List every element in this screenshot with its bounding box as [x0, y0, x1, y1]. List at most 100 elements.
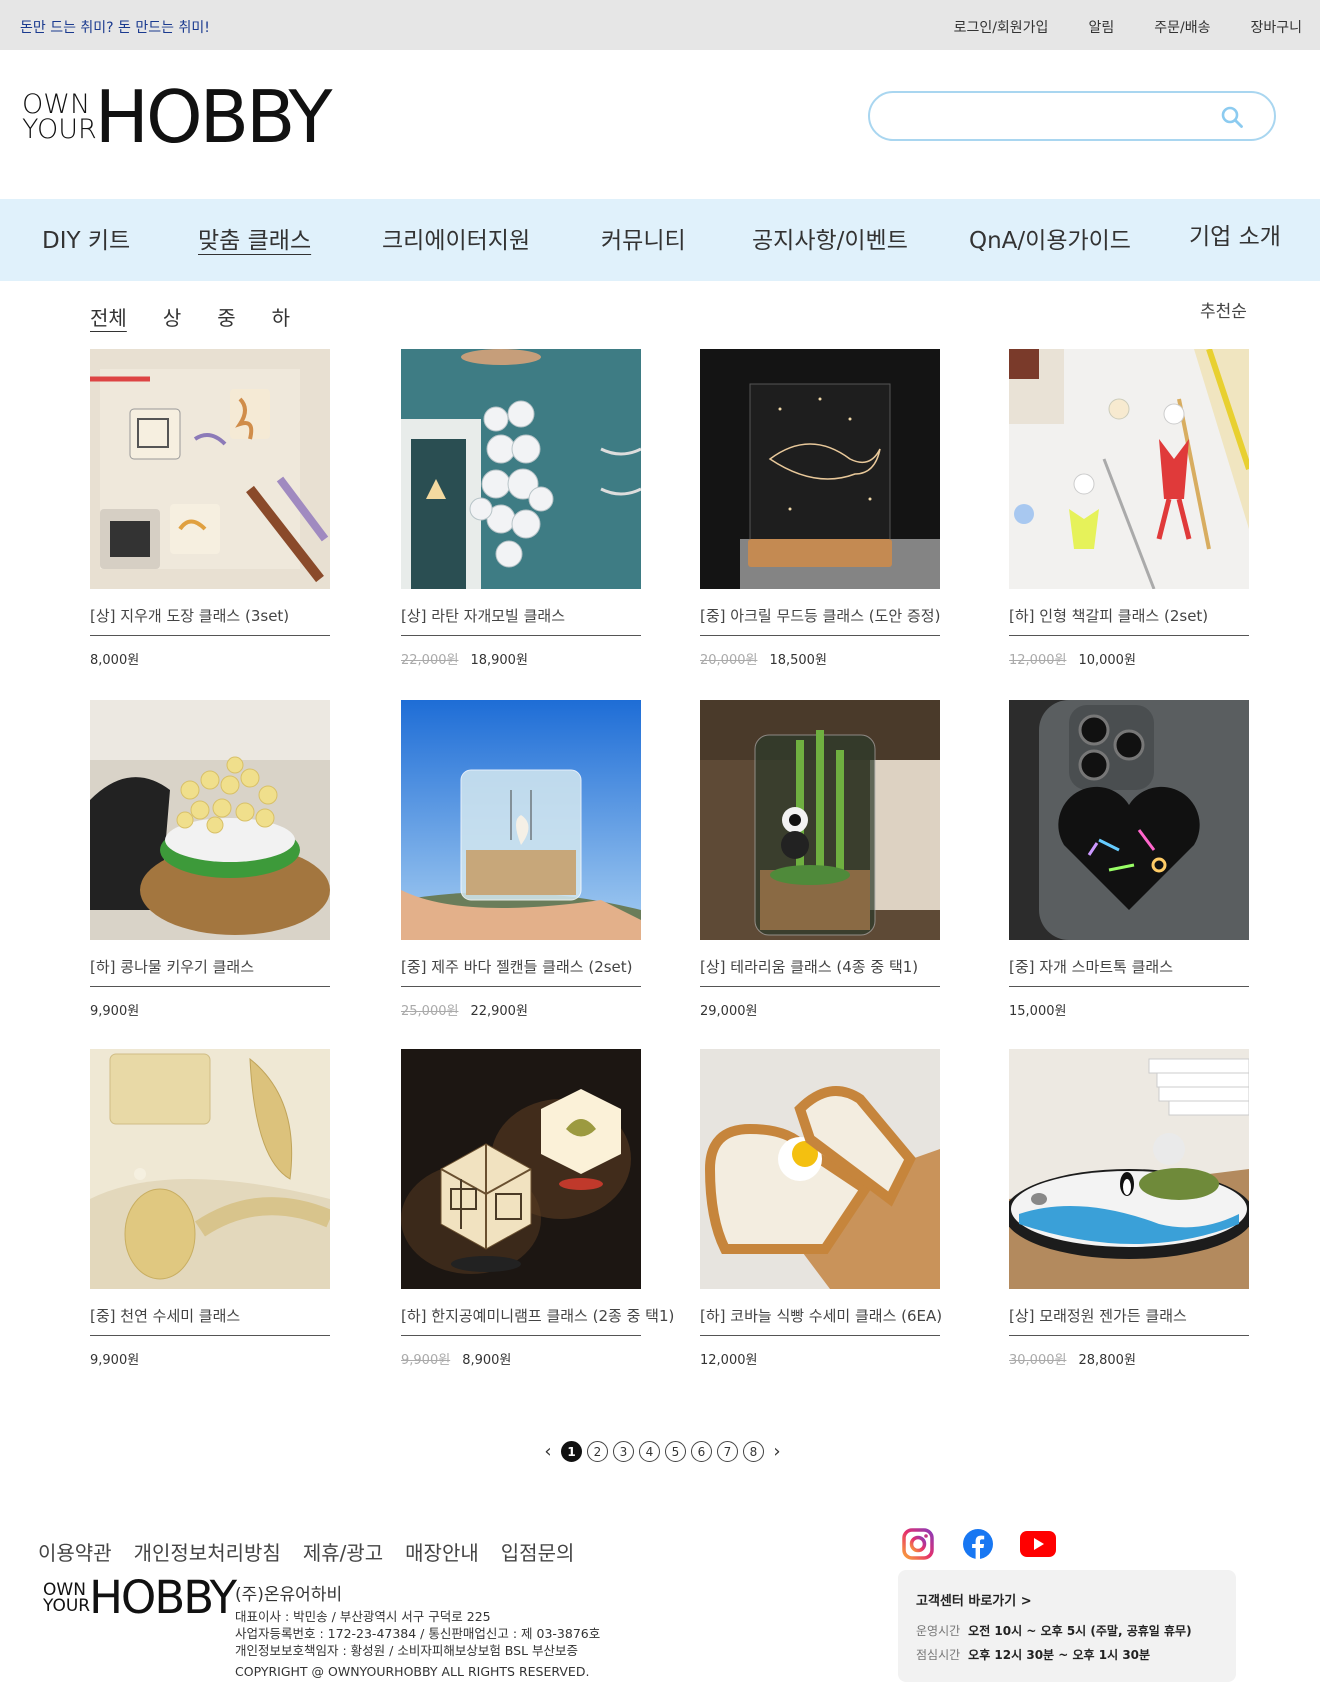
- product-card[interactable]: [중] 아크릴 무드등 클래스 (도안 증정) 20,000원 18,500원: [700, 349, 940, 668]
- nav-custom-class[interactable]: 맞춤 클래스: [198, 221, 311, 255]
- product-name[interactable]: [하] 인형 책갈피 클래스 (2set): [1009, 605, 1208, 626]
- product-name[interactable]: [상] 라탄 자개모빌 클래스: [401, 605, 565, 626]
- original-price: 25,000원: [401, 1004, 459, 1019]
- logo-hobby: HOBBY: [94, 75, 333, 159]
- filter-low[interactable]: 하: [272, 302, 290, 331]
- sale-price: 10,000원: [1078, 653, 1136, 668]
- product-card[interactable]: [하] 코바늘 식빵 수세미 클래스 (6EA) 12,000원: [700, 1049, 942, 1368]
- product-name[interactable]: [상] 테라리움 클래스 (4종 중 택1): [700, 956, 918, 977]
- nav-creator-support[interactable]: 크리에이터지원: [382, 221, 530, 255]
- product-name[interactable]: [상] 모래정원 젠가든 클래스: [1009, 1305, 1187, 1326]
- cart-link[interactable]: 장바구니: [1250, 17, 1302, 37]
- sale-price: 9,900원: [90, 1353, 140, 1368]
- page-1[interactable]: 1: [561, 1441, 582, 1462]
- product-image-acrylic-lamp[interactable]: [700, 349, 940, 589]
- product-name[interactable]: [중] 자개 스마트톡 클래스: [1009, 956, 1173, 977]
- product-card[interactable]: [하] 인형 책갈피 클래스 (2set) 12,000원 10,000원: [1009, 349, 1249, 668]
- sale-price: 29,000원: [700, 1004, 758, 1019]
- facebook-icon[interactable]: [958, 1526, 998, 1562]
- company-info-line: 대표이사 : 박민송 / 부산광역시 서구 구덕로 225: [235, 1609, 491, 1624]
- product-name[interactable]: [중] 아크릴 무드등 클래스 (도안 증정): [700, 605, 940, 626]
- product-image-zen-garden[interactable]: [1009, 1049, 1249, 1289]
- footer-partnership-link[interactable]: 제휴/광고: [303, 1537, 383, 1566]
- logo-your: YOUR: [22, 114, 97, 145]
- login-signup-link[interactable]: 로그인/회원가입: [954, 17, 1049, 37]
- search-icon[interactable]: [1220, 105, 1244, 129]
- product-divider: [90, 1335, 330, 1336]
- product-price: 30,000원 28,800원: [1009, 1349, 1136, 1368]
- product-divider: [401, 1335, 641, 1336]
- product-name[interactable]: [중] 제주 바다 젤캔들 클래스 (2set): [401, 956, 633, 977]
- page-2[interactable]: 2: [587, 1441, 608, 1462]
- filter-mid[interactable]: 중: [217, 302, 235, 331]
- level-filters: 전체 상 중 하: [90, 302, 326, 331]
- nav-notice-event[interactable]: 공지사항/이벤트: [752, 221, 908, 255]
- product-image-gel-candle[interactable]: [401, 700, 641, 940]
- sort-dropdown[interactable]: 추천순: [1200, 297, 1247, 322]
- footer-terms-link[interactable]: 이용약관: [38, 1537, 112, 1566]
- prev-page-button[interactable]: ‹: [540, 1441, 556, 1462]
- product-price: 25,000원 22,900원: [401, 1000, 528, 1019]
- search-input[interactable]: [890, 103, 1210, 131]
- sale-price: 15,000원: [1009, 1004, 1067, 1019]
- youtube-icon[interactable]: [1018, 1526, 1058, 1562]
- product-image-eraser-stamp[interactable]: [90, 349, 330, 589]
- sale-price: 8,900원: [462, 1353, 512, 1368]
- product-name[interactable]: [상] 지우개 도장 클래스 (3set): [90, 605, 289, 626]
- product-image-hanji-lamp[interactable]: [401, 1049, 641, 1289]
- product-name[interactable]: [하] 한지공예미니램프 클래스 (2종 중 택1): [401, 1305, 674, 1326]
- footer-vendor-inquiry-link[interactable]: 입점문의: [501, 1537, 575, 1566]
- filter-high[interactable]: 상: [163, 302, 181, 331]
- lunch-hours: 점심시간 오후 12시 30분 ~ 오후 1시 30분: [916, 1646, 1150, 1663]
- product-image-bread-scrubber[interactable]: [700, 1049, 940, 1289]
- product-name[interactable]: [하] 코바늘 식빵 수세미 클래스 (6EA): [700, 1305, 942, 1326]
- product-image-rattan-mobile[interactable]: [401, 349, 641, 589]
- nav-community[interactable]: 커뮤니티: [601, 221, 686, 255]
- product-divider: [700, 635, 940, 636]
- page-5[interactable]: 5: [665, 1441, 686, 1462]
- product-image-doll-bookmark[interactable]: [1009, 349, 1249, 589]
- page-4[interactable]: 4: [639, 1441, 660, 1462]
- company-name: (주)온유어하비: [235, 1585, 343, 1605]
- page-8[interactable]: 8: [743, 1441, 764, 1462]
- filter-all[interactable]: 전체: [90, 302, 127, 331]
- footer-privacy-link[interactable]: 개인정보처리방침: [134, 1537, 281, 1566]
- product-name[interactable]: [중] 천연 수세미 클래스: [90, 1305, 240, 1326]
- page-6[interactable]: 6: [691, 1441, 712, 1462]
- original-price: 20,000원: [700, 653, 758, 668]
- product-card[interactable]: [상] 지우개 도장 클래스 (3set) 8,000원: [90, 349, 330, 668]
- product-image-loofah[interactable]: [90, 1049, 330, 1289]
- page-7[interactable]: 7: [717, 1441, 738, 1462]
- sale-price: 8,000원: [90, 653, 140, 668]
- next-page-button[interactable]: ›: [769, 1441, 785, 1462]
- original-price: 9,900원: [401, 1353, 451, 1368]
- nav-company-intro[interactable]: 기업 소개: [1189, 217, 1281, 251]
- product-card[interactable]: [상] 모래정원 젠가든 클래스 30,000원 28,800원: [1009, 1049, 1249, 1368]
- logo-small-text: OWN YOUR: [22, 91, 97, 145]
- product-card[interactable]: [하] 한지공예미니램프 클래스 (2종 중 택1) 9,900원 8,900원: [401, 1049, 674, 1368]
- product-name[interactable]: [하] 콩나물 키우기 클래스: [90, 956, 254, 977]
- nav-diy-kit[interactable]: DIY 키트: [42, 221, 130, 255]
- product-divider: [700, 1335, 940, 1336]
- product-image-terrarium[interactable]: [700, 700, 940, 940]
- sale-price: 12,000원: [700, 1353, 758, 1368]
- product-card[interactable]: [중] 제주 바다 젤캔들 클래스 (2set) 25,000원 22,900원: [401, 700, 641, 1019]
- sale-price: 9,900원: [90, 1004, 140, 1019]
- product-card[interactable]: [상] 테라리움 클래스 (4종 중 택1) 29,000원: [700, 700, 940, 1019]
- instagram-icon[interactable]: [898, 1526, 938, 1562]
- site-logo[interactable]: OWN YOUR HOBBY: [22, 75, 333, 159]
- page-3[interactable]: 3: [613, 1441, 634, 1462]
- nav-qna-guide[interactable]: QnA/이용가이드: [969, 221, 1131, 255]
- product-card[interactable]: [중] 천연 수세미 클래스 9,900원: [90, 1049, 330, 1368]
- product-price: 29,000원: [700, 1000, 757, 1019]
- order-shipping-link[interactable]: 주문/배송: [1154, 17, 1210, 37]
- product-card[interactable]: [하] 콩나물 키우기 클래스 9,900원: [90, 700, 330, 1019]
- notifications-link[interactable]: 알림: [1088, 17, 1114, 37]
- footer-store-info-link[interactable]: 매장안내: [405, 1537, 479, 1566]
- product-image-smart-tok[interactable]: [1009, 700, 1249, 940]
- product-card[interactable]: [상] 라탄 자개모빌 클래스 22,000원 18,900원: [401, 349, 641, 668]
- sale-price: 28,800원: [1078, 1353, 1136, 1368]
- customer-center-link[interactable]: 고객센터 바로가기 >: [916, 1590, 1032, 1609]
- product-image-bean-sprouts[interactable]: [90, 700, 330, 940]
- product-card[interactable]: [중] 자개 스마트톡 클래스 15,000원: [1009, 700, 1249, 1019]
